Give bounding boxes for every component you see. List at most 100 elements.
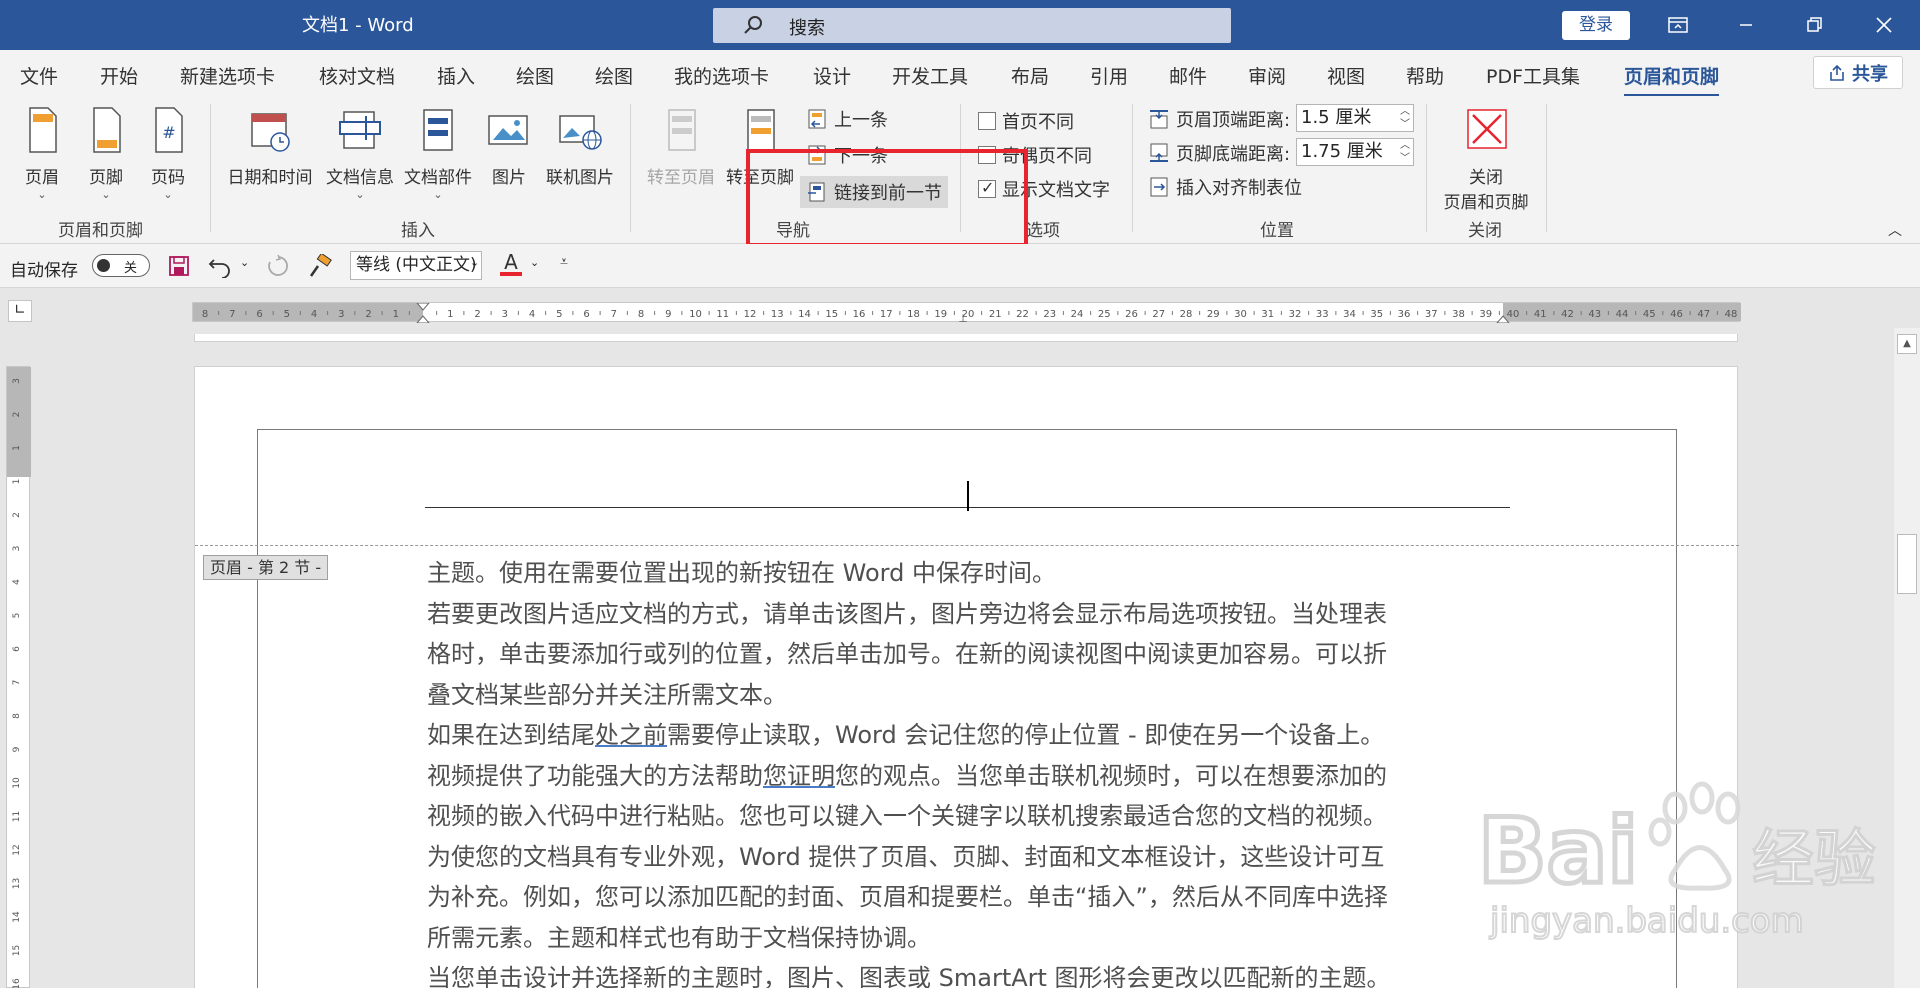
tab-mailings[interactable]: 邮件 [1169,62,1207,89]
undo-icon[interactable] [208,254,234,278]
calendar-icon [251,113,290,152]
ruler-number: 13 [771,309,784,320]
tab-references[interactable]: 引用 [1090,62,1128,89]
page-number-label: 页码 [151,168,185,188]
previous-page-bottom [194,334,1738,342]
ruler-number: 32 [1289,309,1302,320]
font-dropdown-icon[interactable]: ⌄ [470,256,479,269]
vertical-ruler-number: 13 [12,878,22,889]
date-time-button[interactable]: 日期和时间 [222,106,318,188]
close-header-footer-icon [1467,109,1507,149]
ribbon-display-options-icon[interactable] [1650,0,1706,50]
autosave-toggle[interactable]: 关 [92,254,150,277]
body-line: 当您单击设计并选择新的主题时，图片、图表或 SmartArt 图形将会更改以匹配… [427,958,1517,988]
header-section-tag: 页眉 - 第 2 节 - [203,555,329,580]
tab-draw-1[interactable]: 绘图 [516,62,554,89]
tab-view[interactable]: 视图 [1327,62,1365,89]
header-top-distance-label-wrap: 页眉顶端距离: [1148,106,1290,132]
share-button[interactable]: 共享 [1813,56,1903,89]
vertical-ruler[interactable]: 3 2 1 1 2 3 4 5 6 7 8 9 10 11 12 13 14 15 16 [6,366,31,988]
tab-design[interactable]: 设计 [813,62,851,89]
horizontal-ruler[interactable]: 8 7 6 5 4 3 2 1 1 2 3 4 5 6 7 8 9 10 11 12 13 14 15 16 17 18 19 20 2… [192,302,1741,323]
tab-pdf-tools[interactable]: PDF工具集 [1486,62,1580,89]
previous-button[interactable]: 上一条 [806,106,888,132]
tab-selector-icon[interactable]: ∟ [8,300,32,322]
tab-layout[interactable]: 布局 [1011,62,1049,89]
search-box[interactable]: 搜索 [713,8,1231,43]
minimize-icon[interactable] [1718,0,1774,50]
format-painter-icon[interactable] [308,254,334,278]
search-icon [744,16,762,34]
online-picture-button[interactable]: 联机图片 [540,106,620,188]
body-text[interactable]: 主题。使用在需要位置出现的新按钮在 Word 中保存时间。 若要更改图片适应文档的… [427,553,1517,988]
doc-parts-button[interactable]: 文档部件 ⌄ [400,106,476,201]
login-button[interactable]: 登录 [1562,11,1630,40]
tab-help[interactable]: 帮助 [1406,62,1444,89]
insert-alignment-tab-button[interactable]: 插入对齐制表位 [1148,174,1302,200]
close-header-footer-button[interactable]: 关闭 页眉和页脚 [1438,106,1534,213]
picture-button[interactable]: 图片 [484,106,534,188]
group-label-insert: 插入 [401,221,435,241]
ruler-number: 22 [1016,309,1029,320]
font-color-icon[interactable]: A [500,250,522,276]
first-page-different-checkbox[interactable]: 首页不同 [978,108,1074,134]
scroll-thumb[interactable] [1897,534,1917,594]
customize-qat-icon[interactable]: ⩡ [560,254,568,270]
footer-button[interactable]: 页脚 ⌄ [80,106,132,201]
body-line: 若要更改图片适应文档的方式，请单击该图片，图片旁边将会显示布局选项按钮。当处理表 [427,594,1517,635]
tab-home[interactable]: 开始 [100,62,138,89]
goto-header-button[interactable]: 转至页眉 [644,106,718,188]
group-label-position: 位置 [1260,221,1294,241]
tab-draw-2[interactable]: 绘图 [595,62,633,89]
tab-my-tab[interactable]: 我的选项卡 [674,62,769,89]
doc-parts-label: 文档部件 [404,168,472,188]
collapse-ribbon-icon[interactable]: ︿ [1888,220,1902,240]
footer-bottom-distance-input[interactable]: 1.75 厘米 ︿ ﹀ [1296,138,1414,166]
font-name-select[interactable]: 等线 (中文正文) [350,251,482,280]
previous-icon [808,109,826,129]
goto-header-icon [668,109,696,151]
ruler-number: 27 [1152,309,1165,320]
ruler-number: 2 [365,309,371,320]
text-run: 所需元素。主题和样式也有助于文档保持协调。 [427,923,931,952]
ruler-number: 30 [1234,309,1247,320]
document-title: 文档1 - Word [302,15,414,36]
body-line: 为使您的文档具有专业外观，Word 提供了页眉、页脚、封面和文本框设计，这些设计… [427,837,1517,878]
ruler-number: 29 [1207,309,1220,320]
ruler-number: 42 [1561,309,1574,320]
highlight-box [746,149,1028,247]
doc-info-button[interactable]: 文档信息 ⌄ [320,106,400,201]
tab-file[interactable]: 文件 [20,62,58,89]
picture-label: 图片 [492,168,526,188]
ribbon-tabs: 文件 开始 新建选项卡 核对文档 插入 绘图 绘图 我的选项卡 设计 开发工具 … [0,50,1920,97]
close-icon[interactable] [1856,0,1912,50]
restore-icon[interactable] [1786,0,1842,50]
font-color-dropdown-icon[interactable]: ⌄ [530,256,539,269]
text-run: 格时，单击要添加行或列的位置，然后单击加号。在新的阅读视图中阅读更加容易。可以折 [427,640,1387,668]
tab-header-footer[interactable]: 页眉和页脚 [1624,62,1720,97]
page-number-button[interactable]: # 页码 ⌄ [142,106,194,201]
group-separator [1132,104,1133,232]
tab-new-tab[interactable]: 新建选项卡 [180,62,275,89]
tab-developer[interactable]: 开发工具 [892,62,968,89]
footer-bottom-distance-value: 1.75 厘米 [1301,141,1383,162]
ruler-number: 17 [880,309,893,320]
tab-review[interactable]: 审阅 [1248,62,1286,89]
scroll-up-icon[interactable]: ▲ [1897,334,1917,354]
vertical-ruler-number: 14 [12,911,22,923]
tab-insert[interactable]: 插入 [437,62,475,89]
vertical-ruler-ticks: 32112345678910111213141516 [7,367,31,988]
header-button[interactable]: 页眉 ⌄ [16,106,68,201]
ruler-number: 41 [1534,309,1547,320]
undo-dropdown-icon[interactable]: ⌄ [240,256,249,269]
save-icon[interactable] [168,255,190,277]
spin-arrows-icon[interactable]: ︿ ﹀ [1400,139,1410,165]
tab-check-doc[interactable]: 核对文档 [319,62,395,89]
header-top-distance-input[interactable]: 1.5 厘米 ︿ ﹀ [1296,104,1414,132]
date-time-label: 日期和时间 [227,168,313,188]
redo-icon[interactable] [264,254,290,278]
body-line: 视频提供了功能强大的方法帮助您证明您的观点。当您单击联机视频时，可以在想要添加的 [427,756,1517,797]
ruler-area: ∟ 8 7 6 5 4 3 2 1 1 2 3 4 5 6 7 8 9 10 11 12 13 14 15 16 17 18 19 2… [0,288,1920,328]
body-line: 格时，单击要添加行或列的位置，然后单击加号。在新的阅读视图中阅读更加容易。可以折 [427,634,1517,675]
spin-arrows-icon[interactable]: ︿ ﹀ [1400,105,1410,131]
